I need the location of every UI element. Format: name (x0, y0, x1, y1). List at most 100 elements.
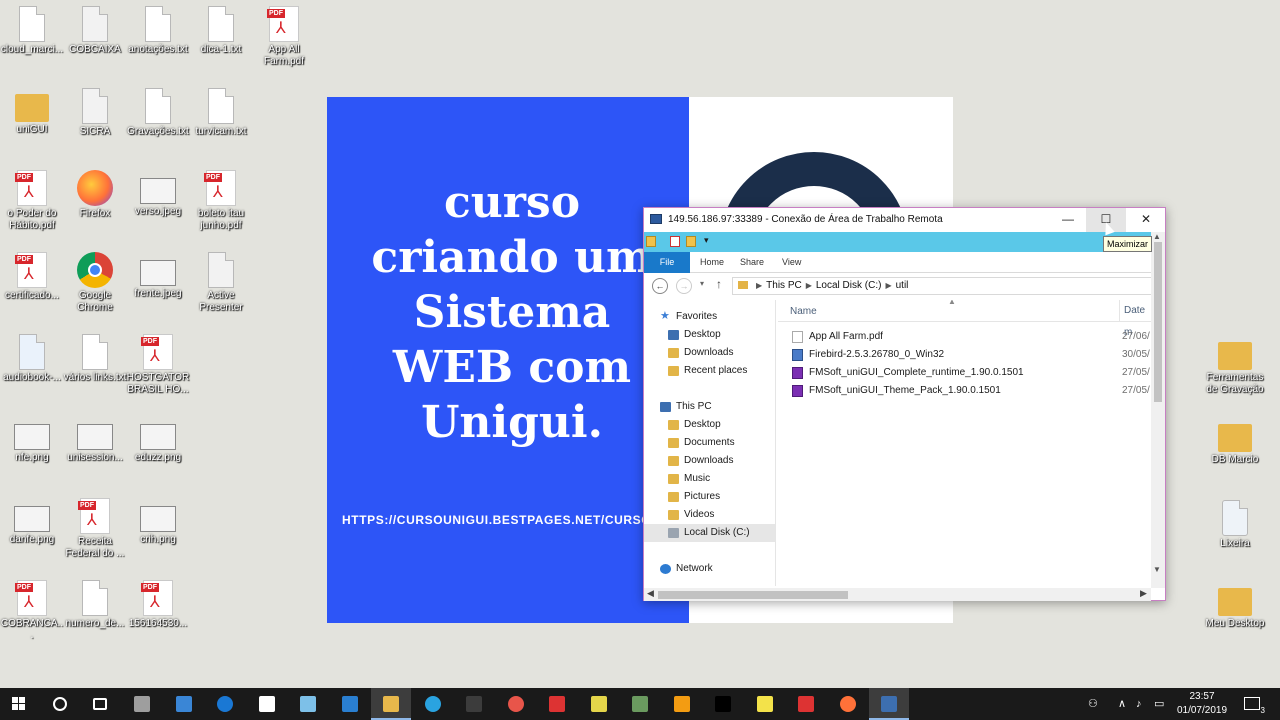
properties-icon[interactable] (670, 236, 680, 247)
window-title-bar[interactable]: 149.56.186.97:33389 - Conexão de Área de… (644, 208, 1165, 232)
devexpress2-icon[interactable] (786, 688, 826, 720)
chevron-up-icon[interactable]: ∧ (1118, 688, 1126, 720)
clock[interactable]: 23:57 01/07/2019 (1172, 690, 1232, 718)
vscode-icon[interactable] (330, 688, 370, 720)
customize-dropdown-icon[interactable]: ▾ (704, 235, 709, 246)
desktop-icon-item[interactable]: frente.jpeg (126, 252, 190, 300)
desktop-icon-item[interactable]: danfe.png (0, 498, 64, 546)
nav-pc-desktop[interactable]: Desktop (644, 416, 775, 434)
remote-desktop-icon[interactable] (869, 688, 909, 720)
nav-pc-documents[interactable]: Documents (644, 434, 775, 452)
desktop-icon-item[interactable]: PDF ⅄ App All Farm.pdf (252, 6, 316, 68)
task-view-icon[interactable] (80, 688, 120, 720)
desktop-icon-item[interactable]: Ferramentas de Gravação (1203, 336, 1267, 396)
desktop-icon-item[interactable]: PDF ⅄ COBRANCA... (0, 580, 64, 642)
desktop-icon-item[interactable]: cloud_marci... (0, 6, 64, 56)
firefox-icon[interactable] (828, 688, 868, 720)
desktop-icon-item[interactable]: eduzz.png (126, 416, 190, 464)
terminal-icon[interactable] (703, 688, 743, 720)
desktop-icon-item[interactable]: PDF ⅄ certificado... (0, 252, 64, 302)
folder-icon[interactable] (646, 236, 656, 247)
start-icon[interactable] (0, 688, 40, 720)
minimize-button[interactable]: — (1048, 208, 1088, 232)
scroll-thumb[interactable] (658, 591, 848, 599)
desktop-icon-item[interactable]: numero_de... (63, 580, 127, 630)
tab-file[interactable]: File (644, 252, 690, 273)
forward-arrow-icon[interactable]: → (676, 278, 692, 294)
desktop-icon-item[interactable]: PDF ⅄ 156164530... (126, 580, 190, 630)
nav-network[interactable]: Network (644, 560, 775, 578)
desktop-icon-item[interactable]: Meu Desktop (1203, 582, 1267, 630)
desktop-icon-item[interactable]: uniGUI (0, 88, 64, 136)
file-row[interactable]: Firebird-2.5.3.26780_0_Win32 30/05/ (788, 346, 1151, 364)
new-folder-icon[interactable] (686, 236, 696, 247)
desktop-icon-item[interactable]: nfe.png (0, 416, 64, 464)
desktop-icon-item[interactable]: Gravações.txt (126, 88, 190, 138)
desktop-icon-item[interactable]: verso.jpeg (126, 170, 190, 218)
scroll-thumb[interactable] (1154, 242, 1162, 402)
file-row[interactable]: FMSoft_uniGUI_Theme_Pack_1.90.0.1501 27/0… (788, 382, 1151, 400)
scroll-down-icon[interactable]: ▼ (1153, 565, 1161, 574)
desktop-icon-item[interactable]: vários links.txt (63, 334, 127, 384)
desktop-icon-item[interactable]: PDF ⅄ HOSTGATOR BRASIL HO... (126, 334, 190, 396)
file-row[interactable]: FMSoft_uniGUI_Complete_runtime_1.90.0.15… (788, 364, 1151, 382)
nav-pc-local-disk[interactable]: Local Disk (C:) (644, 524, 775, 542)
desktop-icon-item[interactable]: audiobook-... (0, 334, 64, 384)
people-icon[interactable]: ⚇ (1088, 688, 1098, 720)
desktop-icon-item[interactable]: PDF ⅄ Receita Federal do ... (63, 498, 127, 560)
desktop-icon-item[interactable]: anotações.txt (126, 6, 190, 56)
vertical-scrollbar[interactable]: ▲ ▼ (1151, 232, 1165, 588)
horizontal-scrollbar[interactable]: ◀ ▶ (644, 588, 1151, 601)
file-explorer-icon[interactable] (371, 688, 411, 720)
scroll-up-icon[interactable]: ▲ (1153, 232, 1161, 241)
desktop-icon-item[interactable]: turvicam.txt (189, 88, 253, 138)
edge-icon[interactable] (205, 688, 245, 720)
file-row[interactable]: App All Farm.pdf 27/06/ (788, 328, 1151, 346)
nav-pc-videos[interactable]: Videos (644, 506, 775, 524)
desktop-icon-item[interactable]: dica-1.txt (189, 6, 253, 56)
desktop-icon-item[interactable]: Firefox (63, 170, 127, 220)
calculator-icon[interactable] (122, 688, 162, 720)
column-date-modified[interactable]: Date m (1119, 300, 1151, 338)
desktop-icon-item[interactable]: COBCAIXA (63, 6, 127, 56)
nav-fav-downloads[interactable]: Downloads (644, 344, 775, 362)
up-arrow-icon[interactable]: ↑ (716, 277, 722, 291)
mail-icon[interactable] (247, 688, 287, 720)
nav-pc-music[interactable]: Music (644, 470, 775, 488)
search-icon[interactable] (40, 688, 80, 720)
desktop-icon-item[interactable]: unisession... (63, 416, 127, 464)
nav-fav-desktop[interactable]: Desktop (644, 326, 775, 344)
recent-locations-icon[interactable]: ▾ (700, 279, 704, 288)
desktop-icon-item[interactable]: PDF ⅄ o Poder do Hábito.pdf (0, 170, 64, 232)
breadcrumb-local-disk[interactable]: Local Disk (C:) (816, 280, 882, 291)
breadcrumb-util[interactable]: util (896, 280, 909, 291)
desktop-icon-item[interactable]: PDF ⅄ boleto itau junho.pdf (189, 170, 253, 232)
nav-fav-recent-places[interactable]: Recent places (644, 362, 775, 380)
back-arrow-icon[interactable]: ← (652, 278, 668, 294)
scroll-right-icon[interactable]: ▶ (1140, 588, 1147, 599)
delphi-icon[interactable] (579, 688, 619, 720)
address-bar[interactable]: ▶ This PC ▶ Local Disk (C:) ▶ util (732, 277, 1152, 295)
sublime-icon[interactable] (662, 688, 702, 720)
scroll-left-icon[interactable]: ◀ (647, 588, 654, 599)
nav-pc-downloads[interactable]: Downloads (644, 452, 775, 470)
opera-icon[interactable] (496, 688, 536, 720)
notepad2-icon[interactable] (620, 688, 660, 720)
tab-view[interactable]: View (772, 252, 811, 273)
tab-home[interactable]: Home (690, 252, 734, 273)
nav-favorites[interactable]: ★ Favorites (644, 308, 775, 326)
desktop-icon-item[interactable]: Active Presenter (189, 252, 253, 314)
notepad-icon[interactable] (288, 688, 328, 720)
close-button[interactable]: ✕ (1126, 208, 1166, 232)
desktop-icon-item[interactable]: SICRA (63, 88, 127, 138)
nav-pc-pictures[interactable]: Pictures (644, 488, 775, 506)
slack-icon[interactable] (454, 688, 494, 720)
network-icon[interactable]: ▭ (1154, 688, 1164, 720)
column-name[interactable]: Name (790, 306, 817, 317)
desktop-icon-item[interactable]: DB Marcio (1203, 418, 1267, 466)
telegram-icon[interactable] (413, 688, 453, 720)
nav-this-pc[interactable]: This PC (644, 398, 775, 416)
notification-center-icon[interactable]: 3 (1244, 697, 1265, 715)
sticky-notes-icon[interactable] (745, 688, 785, 720)
desktop-icon-item[interactable]: crih.png (126, 498, 190, 546)
